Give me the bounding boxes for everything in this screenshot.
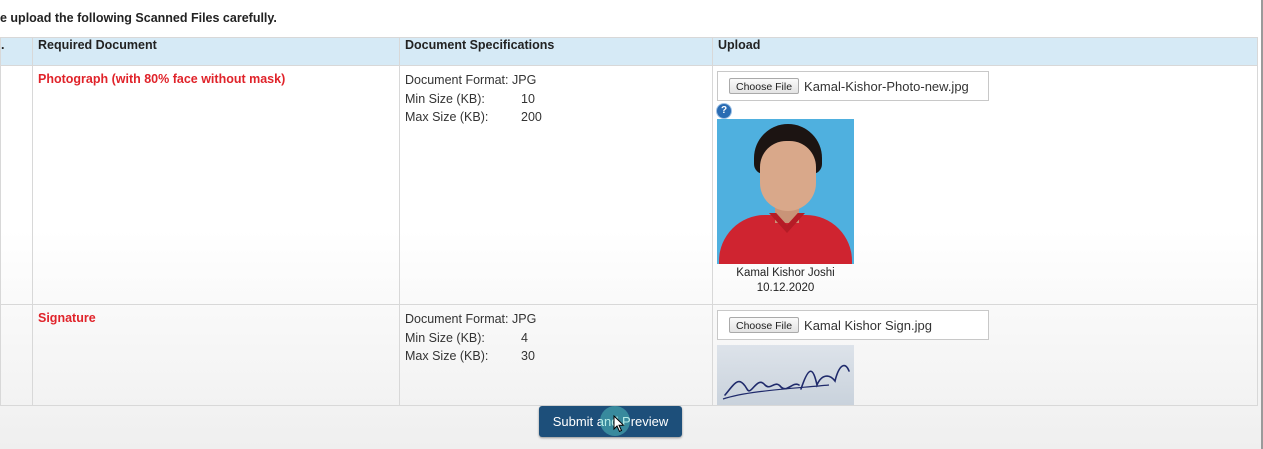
sn-cell [0, 65, 33, 305]
selected-file-name: Kamal Kishor Sign.jpg [804, 317, 932, 333]
header-sn: . [0, 37, 33, 66]
document-name-photograph: Photograph (with 80% face without mask) [38, 72, 286, 86]
caption-date: 10.12.2020 [756, 282, 815, 294]
help-icon[interactable]: ? [717, 104, 731, 118]
upload-instruction: e upload the following Scanned Files car… [0, 11, 277, 25]
photo-preview [717, 119, 854, 264]
spec-min-label: Min Size (KB): [405, 91, 485, 106]
photo-caption: Kamal Kishor Joshi 10.12.2020 [717, 266, 854, 296]
document-upload-table: . Required Document Document Specificati… [0, 37, 1258, 406]
cursor-pointer-icon [613, 415, 625, 433]
header-document-specifications: Document Specifications [399, 37, 713, 66]
spec-format-value: JPG [512, 73, 537, 87]
table-header-row: . Required Document Document Specificati… [0, 37, 1258, 66]
upload-cell: Choose File Kamal Kishor Sign.jpg [712, 304, 1258, 406]
spec-min-label: Min Size (KB): [405, 330, 485, 345]
specs-signature: Document Format: JPG Min Size (KB): 4 Max… [400, 305, 712, 366]
spec-max-value: 30 [521, 349, 535, 363]
document-name-signature: Signature [38, 311, 96, 325]
table-row-signature: Signature Document Format: JPG Min Size … [0, 304, 1258, 406]
specs-photograph: Document Format: JPG Min Size (KB): 10 Ma… [400, 66, 712, 127]
header-required-document: Required Document [32, 37, 400, 66]
document-cell: Photograph (with 80% face without mask) [32, 65, 400, 305]
spec-format-value: JPG [512, 312, 537, 326]
caption-name: Kamal Kishor Joshi [736, 267, 835, 279]
specs-cell: Document Format: JPG Min Size (KB): 4 Max… [399, 304, 713, 406]
spec-max-label: Max Size (KB): [405, 110, 489, 124]
file-input-signature[interactable]: Choose File Kamal Kishor Sign.jpg [717, 310, 989, 340]
spec-format-label: Document Format: [405, 73, 509, 87]
submit-and-preview-button[interactable]: Submit and Preview [539, 406, 682, 437]
choose-file-button[interactable]: Choose File [729, 78, 800, 94]
spec-format-label: Document Format: [405, 312, 509, 326]
signature-preview [717, 345, 854, 405]
file-input-photograph[interactable]: Choose File Kamal-Kishor-Photo-new.jpg [717, 71, 989, 101]
header-upload: Upload [712, 37, 1258, 66]
choose-file-button[interactable]: Choose File [729, 317, 800, 333]
upload-cell: Choose File Kamal-Kishor-Photo-new.jpg ?… [712, 65, 1258, 305]
spec-min-value: 10 [521, 91, 535, 106]
spec-min-value: 4 [521, 330, 528, 345]
specs-cell: Document Format: JPG Min Size (KB): 10 Ma… [399, 65, 713, 305]
document-cell: Signature [32, 304, 400, 406]
spec-max-label: Max Size (KB): [405, 349, 489, 363]
spec-max-value: 200 [521, 110, 542, 124]
table-row-photograph: Photograph (with 80% face without mask) … [0, 65, 1258, 305]
sn-cell [0, 304, 33, 406]
selected-file-name: Kamal-Kishor-Photo-new.jpg [804, 78, 969, 94]
